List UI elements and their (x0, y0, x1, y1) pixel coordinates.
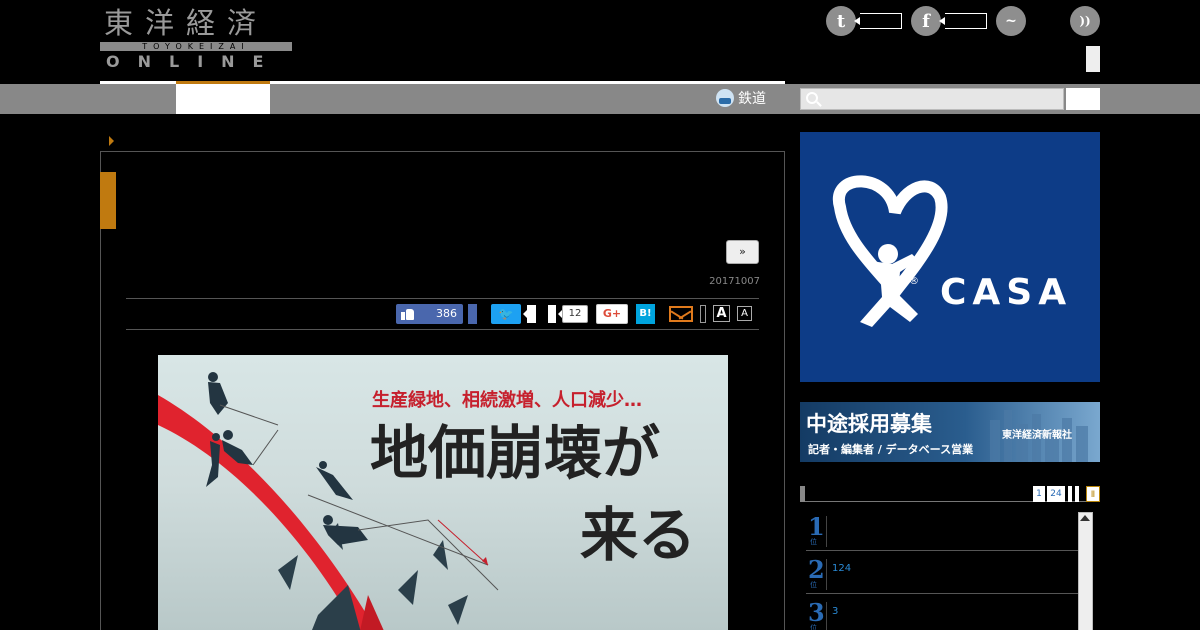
google-plus-button[interactable]: G+ (596, 304, 628, 324)
scroll-up-arrow-icon[interactable] (1080, 515, 1090, 521)
share-divider-top (126, 298, 759, 299)
next-page-button[interactable]: » (726, 240, 759, 264)
ranking-tab-5[interactable]: Ⅱ (1086, 486, 1100, 502)
search-icon (806, 92, 818, 104)
category-marker (100, 172, 116, 229)
ranking-scrollbar[interactable] (1078, 512, 1093, 630)
rank-title: 124 (832, 563, 852, 574)
logo-kanji: 東洋経済 (104, 6, 269, 40)
rank-divider (826, 559, 827, 590)
hero-subtitle: 生産緑地、相続激増、人口減少… (372, 390, 642, 411)
search-input[interactable] (800, 88, 1064, 110)
casa-text: CASA (940, 272, 1073, 313)
tweet-count (523, 305, 536, 323)
rank-divider (826, 516, 827, 547)
twitter-count (854, 13, 902, 29)
breadcrumb-arrow-icon (109, 136, 114, 146)
like-count: 386 (436, 307, 457, 320)
rank-divider (826, 602, 827, 630)
recruit-title: 中途採用募集 (806, 411, 932, 436)
ranking-tab-1h[interactable]: 1 (1033, 486, 1045, 502)
share-divider-bottom (126, 329, 759, 330)
ranking-item[interactable]: 2 位 124 (806, 555, 1078, 594)
facebook-like-button[interactable]: 386 (396, 304, 463, 324)
casa-advertisement[interactable] (800, 132, 1100, 382)
plusone-count: 12 (558, 305, 588, 323)
twitter-bird-icon: 🐦 (498, 307, 514, 321)
casa-logo-heart-icon (832, 175, 948, 327)
mail-icon[interactable] (669, 306, 693, 322)
ranking-item[interactable]: 3 位 3 (806, 598, 1078, 630)
twitter-icon[interactable]: t (826, 6, 856, 36)
facebook-icon[interactable]: f (911, 6, 941, 36)
rank-suffix: 位 (810, 624, 817, 630)
plusone-button[interactable] (548, 305, 556, 323)
login-button[interactable] (1086, 46, 1100, 72)
hero-title-line2: 来る (580, 501, 697, 569)
ranking-header-marker (800, 486, 805, 502)
nav-rail-label: 鉄道 (738, 91, 766, 107)
tweet-button[interactable]: 🐦 (491, 304, 521, 324)
facebook-count (939, 13, 987, 29)
rank-title: 3 (832, 606, 839, 617)
ranking-tab-3[interactable] (1068, 486, 1072, 502)
site-logo[interactable]: 東洋経済 TOYOKEIZAI ONLINE (100, 6, 295, 72)
print-button[interactable] (700, 305, 706, 323)
ranking-tab-24h[interactable]: 24 (1047, 486, 1065, 502)
logo-online: ONLINE (106, 52, 282, 71)
thumbs-up-icon (401, 307, 414, 320)
rank-suffix: 位 (810, 581, 817, 589)
casa-registered-mark: ® (909, 276, 919, 287)
recruit-company: 東洋経済新報社 (1002, 430, 1072, 441)
recruit-subtitle: 記者・編集者 / データベース営業 (808, 443, 974, 456)
hatena-bookmark-button[interactable]: B! (636, 304, 655, 324)
nav-rail-link[interactable]: 鉄道 (716, 88, 766, 108)
ranking-item[interactable]: 1 位 (806, 512, 1078, 551)
facebook-share-button[interactable] (468, 304, 477, 324)
ranking-list: 1 位 2 位 124 3 位 3 (806, 512, 1078, 630)
messenger-icon[interactable]: ~ (996, 6, 1026, 36)
rank-suffix: 位 (810, 538, 817, 546)
font-large-button[interactable]: A (713, 305, 730, 322)
train-icon (716, 89, 734, 107)
page: 東洋経済 TOYOKEIZAI ONLINE t f ~ )) 鉄道 » 201… (0, 0, 1200, 630)
font-small-button[interactable]: A (737, 306, 752, 321)
article-date: 20171007 (709, 276, 760, 287)
search-button[interactable] (1066, 88, 1100, 110)
logo-subtitle: TOYOKEIZAI (142, 42, 250, 51)
ranking-tab-4[interactable] (1075, 486, 1079, 502)
nav-tab-active[interactable] (176, 81, 270, 114)
rss-icon[interactable]: )) (1070, 6, 1100, 36)
hero-title-line1: 地価崩壊が (370, 419, 661, 487)
